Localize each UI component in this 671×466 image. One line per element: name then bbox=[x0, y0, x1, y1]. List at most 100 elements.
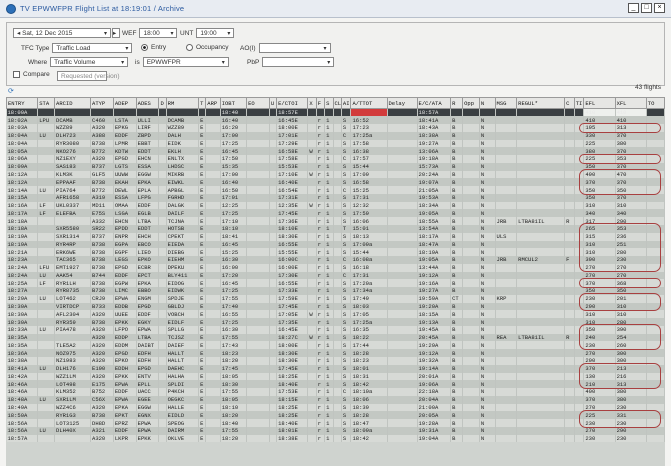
column-header[interactable]: X bbox=[307, 97, 317, 109]
pbp-select[interactable]: ▾ bbox=[262, 57, 335, 67]
table-row[interactable]: 18:18A SXR5580 SR22 EPDD EDDT HOTSB E 18:10 18:1… bbox=[6, 224, 665, 233]
table-row[interactable]: 18:48A LU SXR1LM C56X EPWA EGEE OEGKC E 18:05 18:… bbox=[6, 395, 665, 404]
tfc-type-select[interactable]: Traffic Load ▾ bbox=[52, 43, 133, 53]
minimize-icon[interactable]: _ bbox=[628, 3, 639, 13]
chevron-down-icon[interactable]: ▾ bbox=[101, 30, 107, 37]
column-header[interactable]: ARCID bbox=[54, 97, 92, 109]
column-header[interactable]: U bbox=[268, 97, 278, 109]
table-cell: 350 bbox=[583, 193, 616, 202]
table-row[interactable]: 18:21A ERK6WE B738 EGPF LIEO DIEBG E 15:25 15:55… bbox=[6, 248, 665, 257]
column-header[interactable]: ADEP bbox=[112, 97, 137, 109]
table-row[interactable]: 18:05A NKO276 B772 KDTW EDDT EKLH E 16:45 16:58E… bbox=[6, 147, 665, 156]
table-row[interactable]: 18:41A LU DLH176 E190 EDDH EPGD DAEHC E 17:45 17:… bbox=[6, 364, 665, 373]
table-row[interactable]: 18:03A WZZ89 A320 EPKG LIRF WZZ89 E 16:20 18:00E… bbox=[6, 124, 665, 132]
table-row[interactable]: 18:14A LU PIA764 B772 DEWL EPLA APBGL E 16:50 16:… bbox=[6, 186, 665, 194]
table-row[interactable]: 18:49A WZZ4C6 A320 EPKA EGGW HALLE E 18:10 18:25… bbox=[6, 403, 665, 412]
table-row[interactable]: 18:06A NZ1EXY A320 EPGD EHCN ENLTX E 17:50 17:58… bbox=[6, 155, 665, 163]
table-row[interactable]: 18:18A A332 EHCN LTBA TCJNA E 17:10 17:36E r 1 S 16… bbox=[6, 217, 665, 225]
column-header[interactable]: S bbox=[324, 97, 334, 109]
table-row[interactable]: 18:25A LF RYR1LH B738 EGPW EPKA EIDOG E 16:45 16:… bbox=[6, 279, 665, 288]
table-row[interactable]: 18:27A RYR8735 B738 LIMC EBBO EIDWK E 17:25 17:3… bbox=[6, 287, 665, 295]
table-row[interactable]: 18:09A SAS183 B737 LGTS ESSA LHDSC E 15:35 15:53… bbox=[6, 162, 665, 171]
table-cell bbox=[646, 170, 665, 179]
column-header[interactable]: AI bbox=[340, 97, 352, 109]
table-row[interactable]: 18:12A EPPAAF B738 EKAH EPKA EIWKL E 16:40 16:40… bbox=[6, 178, 665, 187]
table-row[interactable]: 18:30A AFL2304 A320 UUEE EDDF VOBCH E 16:55 17:0… bbox=[6, 310, 665, 319]
column-header[interactable]: ATYP bbox=[90, 97, 114, 109]
table-row[interactable]: 18:04A RYR3080 B738 LPMR EBBT EIDK E 17:25 17:29… bbox=[6, 139, 665, 148]
table-row[interactable]: 18:02A LPU DCAMB C460 LSTA ULLI DCAMB E 16:40 16:… bbox=[6, 116, 665, 125]
column-header[interactable]: TI bbox=[573, 97, 585, 109]
column-header[interactable]: CL bbox=[332, 97, 342, 109]
table-row[interactable]: 18:35A A320 EDDP LTBA TCJSZ E 17:55 18:27C Wr 1 S 1… bbox=[6, 333, 665, 342]
table-row[interactable]: 18:30A VIRTDCP B733 EDDB EPGD GBLDJ E 17:40 17:4… bbox=[6, 302, 665, 311]
table-row[interactable]: 18:24A LFU EMT1927 B738 EPGD ECBR DPEKU E 16:00 1… bbox=[6, 263, 665, 272]
table-cell bbox=[205, 411, 221, 420]
column-header[interactable]: ARP bbox=[205, 97, 221, 109]
table-row[interactable]: 18:16A LF UKL0337 MD11 OMAA EDDF DALGK E 12:25 12… bbox=[6, 201, 665, 210]
table-row[interactable]: 18:46A LOT498 E175 EPWA EPLL SPLDI E 18:30 18:40… bbox=[6, 380, 665, 389]
column-header[interactable]: N bbox=[478, 97, 496, 109]
entry-radio[interactable]: Entry bbox=[141, 44, 169, 51]
column-header[interactable]: TO bbox=[645, 97, 665, 109]
table-row[interactable]: 18:56A LU DLH40X A321 EDDF EPWA DAIRM E 17:55 18:… bbox=[6, 426, 665, 435]
table-row[interactable]: 18:19A SXR1314 B737 ENPR EHCH CPEKT E 18:41 18:3… bbox=[6, 232, 665, 241]
column-header[interactable]: A/TTOT bbox=[350, 97, 388, 109]
table-row[interactable]: 18:57A A320 LKPR EPKK OKLVE E 18:20 18:38E r 1 S 18… bbox=[6, 434, 665, 443]
column-header[interactable]: T bbox=[198, 97, 207, 109]
table-row[interactable]: 18:38A NZ1983 A320 EPKO EDFH HALLT E 18:20 18:30… bbox=[6, 357, 665, 365]
compare-checkbox[interactable]: Compare bbox=[13, 71, 53, 78]
wef-input[interactable]: 18:00 ▾ bbox=[139, 28, 178, 38]
column-header[interactable]: ADES bbox=[135, 97, 160, 109]
column-header[interactable]: Opp bbox=[462, 97, 480, 109]
refresh-icon[interactable]: ⟳ bbox=[8, 87, 14, 95]
table-row[interactable]: 18:33A LU PIA478 A320 LFPO EPWA SPLLG E 16:30 16:… bbox=[6, 325, 665, 334]
close-icon[interactable]: × bbox=[654, 3, 665, 13]
table-row[interactable]: 18:19A RYR4RP B738 EGPA EBCO EIEDA E 16:45 16:55… bbox=[6, 240, 665, 249]
maximize-icon[interactable]: □ bbox=[641, 3, 652, 13]
table-cell: SPLLG bbox=[166, 325, 200, 334]
column-header[interactable]: REGUL* bbox=[516, 97, 566, 109]
column-header[interactable]: E/C/ATA bbox=[416, 97, 452, 109]
column-header[interactable]: MSG bbox=[494, 97, 518, 109]
table-row[interactable]: 18:00A 18:40 18:57E 18:57A 410 410 bbox=[6, 108, 665, 117]
table-row[interactable]: 18:46A KLM352 B752 EDDF UACC P4KCH E 17:55 17:53… bbox=[6, 388, 665, 396]
column-header[interactable]: R bbox=[450, 97, 464, 109]
column-header[interactable]: IOBT bbox=[219, 97, 248, 109]
is-select[interactable]: EPWWFPR ▾ bbox=[142, 57, 229, 67]
table-row[interactable]: 18:56A LOT3125 DH8D EPRZ EPWA SPEOG E 18:40 18:4… bbox=[6, 419, 665, 427]
occupancy-radio[interactable]: Occupancy bbox=[186, 44, 232, 51]
table-row[interactable]: 18:17A LF ELEFBA E75S LSGA EGLB DAILF E 17:25 17:… bbox=[6, 209, 665, 218]
table-row[interactable]: 18:04A LU DLH723 A388 EDDF ZBPD DALH E 17:00 17:0… bbox=[6, 131, 665, 140]
column-header[interactable]: C bbox=[564, 97, 575, 109]
table-row[interactable]: 18:50A RYR1G3 B738 EPKT EGNX EIDLD E 18:20 18:25… bbox=[6, 411, 665, 420]
unt-input[interactable]: 19:00 ▾ bbox=[196, 28, 235, 38]
table-row[interactable]: 18:29A LU LOT462 CRJ9 EPWA ENGM SPDJE E 17:55 17:… bbox=[6, 294, 665, 303]
table-row[interactable]: 18:15A AFR1658 A319 ESSA LFPG FGRHD E 17:01 17:3… bbox=[6, 193, 665, 202]
column-header[interactable]: EO bbox=[246, 97, 270, 109]
table-row[interactable]: 18:35A TLE5A2 A320 EDDM DAIBT DAIEF E 17:43 18:0… bbox=[6, 341, 665, 350]
column-header[interactable]: Delay bbox=[386, 97, 418, 109]
next-day-icon[interactable]: ▸ bbox=[112, 28, 120, 38]
table-row[interactable]: 18:23A TAC365 B738 LEGS EPKO EIEHM E 16:30 16:00… bbox=[6, 256, 665, 264]
column-header[interactable]: D bbox=[158, 97, 167, 109]
compare-select[interactable]: Requested (version) bbox=[57, 71, 120, 81]
table-row[interactable]: 18:12A KLM3K GLF5 UUWW EGGW MIKRB E 17:00 17:10E… bbox=[6, 170, 665, 179]
date-picker[interactable]: ◂ Sat, 12 Dec 2015 ▾ ▸ bbox=[13, 28, 120, 38]
table-row[interactable]: 18:30A RYR359 B738 EPKK EGKY EIDLF E 17:25 17:35… bbox=[6, 318, 665, 326]
column-header[interactable]: E/CTOI bbox=[276, 97, 309, 109]
table-cell bbox=[564, 341, 575, 350]
column-header[interactable]: EFL bbox=[583, 97, 616, 109]
column-header[interactable]: ENTRY bbox=[6, 97, 39, 109]
column-header[interactable]: RM bbox=[165, 97, 200, 109]
table-row[interactable]: 18:24A LU AAK54 B744 EDDF EPCT BLY411 E 17:20 17:… bbox=[6, 271, 665, 280]
prev-day-icon[interactable]: ◂ bbox=[17, 29, 20, 37]
column-header[interactable]: F bbox=[315, 97, 326, 109]
column-header[interactable]: XFL bbox=[614, 97, 647, 109]
table-row[interactable]: 18:36A NOZ975 A320 EPGD EDFH HALLT E 18:23 18:30… bbox=[6, 349, 665, 357]
where-select[interactable]: Traffic Volume ▾ bbox=[50, 57, 129, 67]
column-header[interactable]: STA bbox=[37, 97, 56, 109]
table-cell: N bbox=[479, 403, 496, 412]
aoi-select[interactable]: ▾ bbox=[258, 43, 331, 53]
table-row[interactable]: 18:42A WZZ1LM A320 EPKK ENTV HALHA E 18:05 18:25… bbox=[6, 372, 665, 381]
